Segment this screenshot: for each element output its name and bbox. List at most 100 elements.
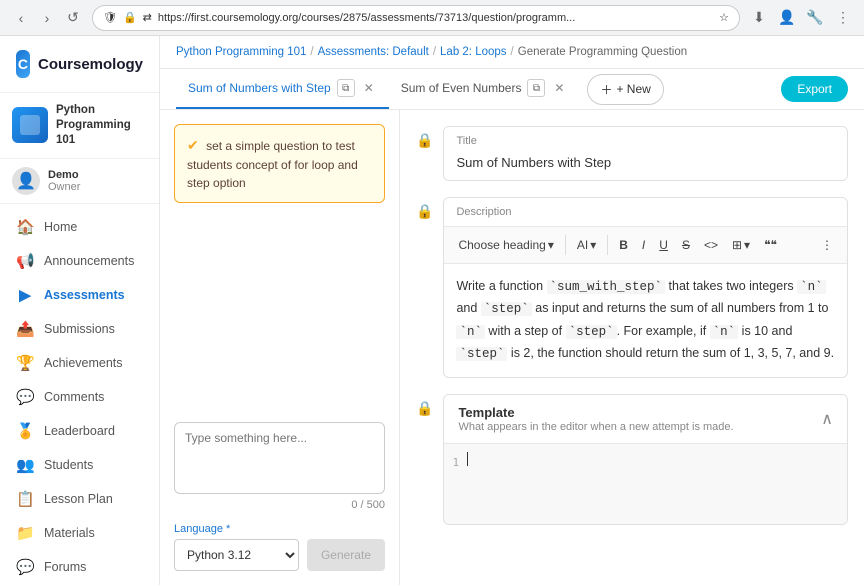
collapse-button[interactable]: ∧ (821, 409, 833, 429)
extensions-icon[interactable]: 🔧 (804, 7, 826, 29)
quote-button[interactable]: ❝❝ (758, 231, 783, 259)
more-options-button[interactable]: ⋮ (815, 231, 839, 259)
sidebar-item-leaderboard[interactable]: 🏅 Leaderboard (0, 414, 159, 448)
editor-toolbar: Choose heading ▾ AI ▾ B I (444, 226, 847, 264)
template-lock-icon: 🔒 (416, 394, 433, 525)
menu-icon[interactable]: ⋮ (832, 7, 854, 29)
template-subtitle: What appears in the editor when a new at… (458, 421, 733, 433)
title-box: Title Sum of Numbers with Step (443, 126, 848, 181)
language-section: Language * Python 3.12 Python 2.7 JavaSc… (174, 523, 385, 571)
text-input-area: 0 / 500 (174, 422, 385, 511)
code-span: `step` (456, 347, 507, 361)
tab-label: Sum of Numbers with Step (188, 81, 331, 95)
address-bar[interactable]: 🛡 🔒 ⇄ https://first.coursemology.org/cou… (92, 5, 740, 31)
tab-copy-button[interactable]: ⧉ (527, 79, 545, 97)
sidebar-item-students[interactable]: 👥 Students (0, 448, 159, 482)
breadcrumb-item-assessments[interactable]: Assessments: Default (318, 46, 429, 58)
tabs-bar: Sum of Numbers with Step ⧉ ✕ Sum of Even… (160, 69, 864, 110)
course-card[interactable]: Python Programming 101 (0, 93, 159, 159)
user-section: 👤 Demo Owner (0, 159, 159, 204)
announcements-icon: 📢 (16, 252, 34, 270)
code-span: `n` (456, 325, 485, 339)
bookmark-icon[interactable]: ☆ (719, 11, 729, 24)
template-title: Template (458, 405, 733, 420)
sidebar-item-lesson-plan[interactable]: 📋 Lesson Plan (0, 482, 159, 516)
browser-actions: ⬇ 👤 🔧 ⋮ (748, 7, 854, 29)
breadcrumb: Python Programming 101 / Assessments: De… (160, 36, 864, 69)
template-block: Template What appears in the editor when… (443, 394, 848, 525)
italic-button[interactable]: I (636, 231, 651, 259)
sidebar-item-forums[interactable]: 💬 Forums (0, 550, 159, 584)
profile-icon[interactable]: 👤 (776, 7, 798, 29)
tab-close-button[interactable]: ✕ (551, 80, 567, 96)
sidebar-item-label: Achievements (44, 356, 123, 370)
bold-button[interactable]: B (613, 231, 634, 259)
tab-label: Sum of Even Numbers (401, 81, 522, 95)
breadcrumb-item-lab[interactable]: Lab 2: Loops (440, 46, 507, 58)
sidebar-item-label: Materials (44, 526, 95, 540)
chevron-down-icon: ▾ (548, 238, 554, 252)
breadcrumb-item-course[interactable]: Python Programming 101 (176, 46, 306, 58)
main-nav: 🏠 Home 📢 Announcements ▶ Assessments 📤 S… (0, 204, 159, 585)
sidebar-item-announcements[interactable]: 📢 Announcements (0, 244, 159, 278)
course-thumbnail (12, 107, 48, 143)
generate-button[interactable]: Generate (307, 539, 385, 571)
sidebar-item-comments[interactable]: 💬 Comments (0, 380, 159, 414)
prompt-textarea[interactable] (174, 422, 385, 494)
strikethrough-button[interactable]: S (676, 231, 696, 259)
url-text: https://first.coursemology.org/courses/2… (158, 12, 713, 24)
checkmark-icon: ✔ (187, 137, 199, 153)
tab-sum-even[interactable]: Sum of Even Numbers ⧉ ✕ (389, 69, 580, 109)
user-info: Demo Owner (48, 169, 80, 193)
title-value[interactable]: Sum of Numbers with Step (444, 151, 847, 180)
title-label: Title (444, 127, 847, 151)
shield-icon: 🛡 (103, 11, 117, 24)
sidebar-item-submissions[interactable]: 📤 Submissions (0, 312, 159, 346)
sidebar-item-label: Lesson Plan (44, 492, 113, 506)
hint-text: set a simple question to test students c… (187, 139, 358, 190)
title-field-block: 🔒 Title Sum of Numbers with Step (416, 126, 848, 181)
back-button[interactable]: ‹ (10, 7, 32, 29)
underline-button[interactable]: U (653, 231, 674, 259)
code-button[interactable]: <> (698, 231, 724, 259)
sidebar-item-materials[interactable]: 📁 Materials (0, 516, 159, 550)
download-icon[interactable]: ⬇ (748, 7, 770, 29)
table-button[interactable]: ⊞▾ (726, 231, 756, 259)
refresh-button[interactable]: ↺ (62, 7, 84, 29)
description-body[interactable]: Write a function `sum_with_step` that ta… (444, 264, 847, 377)
language-select[interactable]: Python 3.12 Python 2.7 JavaScript Java C… (174, 539, 299, 571)
sidebar-item-label: Announcements (44, 254, 134, 268)
home-icon: 🏠 (16, 218, 34, 236)
description-lock-icon: 🔒 (416, 197, 433, 378)
tab-sum-with-step[interactable]: Sum of Numbers with Step ⧉ ✕ (176, 69, 389, 109)
breadcrumb-sep: / (433, 46, 436, 58)
tab-copy-button[interactable]: ⧉ (337, 79, 355, 97)
user-avatar: 👤 (12, 167, 40, 195)
sidebar-item-assessments[interactable]: ▶ Assessments (0, 278, 159, 312)
forward-button[interactable]: › (36, 7, 58, 29)
sidebar-item-achievements[interactable]: 🏆 Achievements (0, 346, 159, 380)
hint-card: ✔ set a simple question to test students… (174, 124, 385, 203)
main-content: Python Programming 101 / Assessments: De… (160, 36, 864, 585)
description-label: Description (444, 198, 847, 226)
export-button[interactable]: Export (781, 76, 848, 102)
submissions-icon: 📤 (16, 320, 34, 338)
leaderboard-icon: 🏅 (16, 422, 34, 440)
code-span: `n` (710, 325, 739, 339)
sidebar-item-label: Students (44, 458, 93, 472)
language-label: Language * (174, 523, 385, 535)
breadcrumb-sep: / (511, 46, 514, 58)
tab-close-button[interactable]: ✕ (361, 80, 377, 96)
char-count: 0 / 500 (174, 499, 385, 511)
code-editor[interactable]: 1 (444, 444, 847, 524)
heading-dropdown[interactable]: Choose heading ▾ (452, 231, 559, 259)
sidebar-item-home[interactable]: 🏠 Home (0, 210, 159, 244)
template-header: Template What appears in the editor when… (444, 395, 847, 444)
new-tab-button[interactable]: ＋ + New (587, 74, 663, 105)
chevron-down-icon: ▾ (590, 238, 596, 252)
sidebar: C Coursemology Python Programming 101 👤 … (0, 36, 160, 585)
sidebar-item-label: Comments (44, 390, 104, 404)
user-name: Demo (48, 169, 80, 181)
language-select-wrap: Python 3.12 Python 2.7 JavaScript Java C… (174, 539, 385, 571)
ai-button[interactable]: AI ▾ (571, 231, 602, 259)
